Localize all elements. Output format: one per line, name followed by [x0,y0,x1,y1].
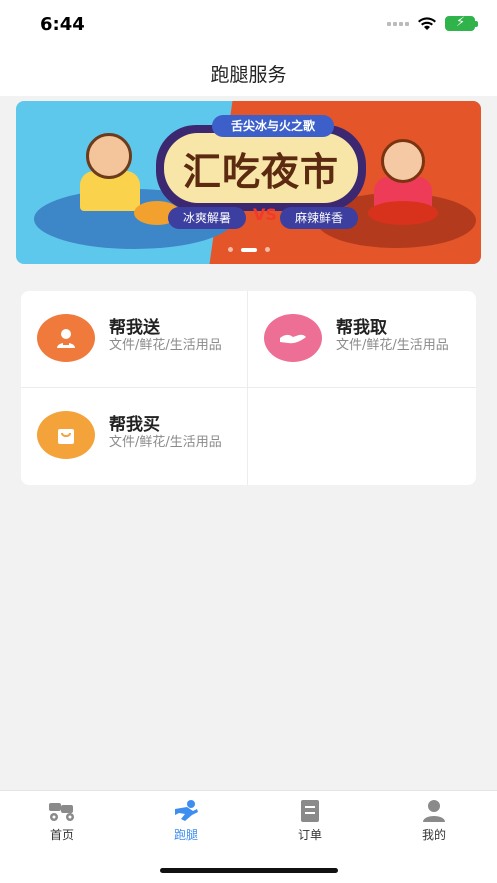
service-pick-up-for-me[interactable]: 帮我取 文件/鲜花/生活用品 [248,291,474,387]
runner-icon [175,800,198,821]
tab-orders[interactable]: 订单 [270,799,350,843]
battery-icon: ⚡ [445,15,478,31]
service-title: 帮我取 [336,318,387,338]
status-time: 6:44 [40,14,85,35]
service-description: 文件/鲜花/生活用品 [336,338,449,353]
person-icon [37,314,95,362]
tab-profile[interactable]: 我的 [394,799,474,843]
page-dot-active[interactable] [240,247,257,252]
order-icon [301,800,319,822]
tab-errand[interactable]: 跑腿 [146,799,226,843]
banner-page-indicator [16,247,481,252]
status-icons: ⚡ [387,15,478,31]
navigation-bar: 跑腿服务 [0,50,497,96]
tab-label: 我的 [421,828,446,842]
service-title: 帮我买 [109,415,160,435]
banner-boy-face-illustration [86,133,132,179]
hand-icon [264,314,322,362]
page-dot[interactable] [264,247,270,252]
service-buy-for-me[interactable]: 帮我买 文件/鲜花/生活用品 [21,388,247,484]
promo-banner[interactable]: 舌尖冰与火之歌 汇吃夜市 冰爽解暑 VS 麻辣鲜香 [16,101,481,264]
service-grid: 帮我送 文件/鲜花/生活用品 帮我取 文件/鲜花/生活用品 帮我买 文件/鲜花/… [21,291,476,485]
banner-tag-left: 冰爽解暑 [168,207,246,229]
page-dot[interactable] [227,247,233,252]
tab-label: 跑腿 [173,828,198,842]
banner-title: 汇吃夜市 [182,150,339,194]
banner-girl-face-illustration [381,139,425,183]
tab-label: 订单 [297,828,322,842]
page-title: 跑腿服务 [210,64,287,86]
banner-tag-right: 麻辣鲜香 [280,207,358,229]
service-description: 文件/鲜花/生活用品 [109,435,222,450]
status-bar: 6:44 ⚡ [0,0,497,50]
tab-home[interactable]: 首页 [22,799,102,843]
service-description: 文件/鲜花/生活用品 [109,338,222,353]
shopping-bag-icon [37,411,95,459]
home-indicator[interactable] [160,868,338,873]
profile-icon [423,800,445,822]
service-title: 帮我送 [109,318,160,338]
banner-ribbon: 舌尖冰与火之歌 [212,115,334,137]
banner-crawfish-illustration [368,201,438,225]
banner-vs: VS [253,205,277,224]
cellular-signal-icon [387,21,409,26]
service-deliver-for-me[interactable]: 帮我送 文件/鲜花/生活用品 [21,291,247,387]
tab-label: 首页 [49,828,74,842]
wifi-icon [418,17,436,30]
scooter-icon [49,803,74,821]
